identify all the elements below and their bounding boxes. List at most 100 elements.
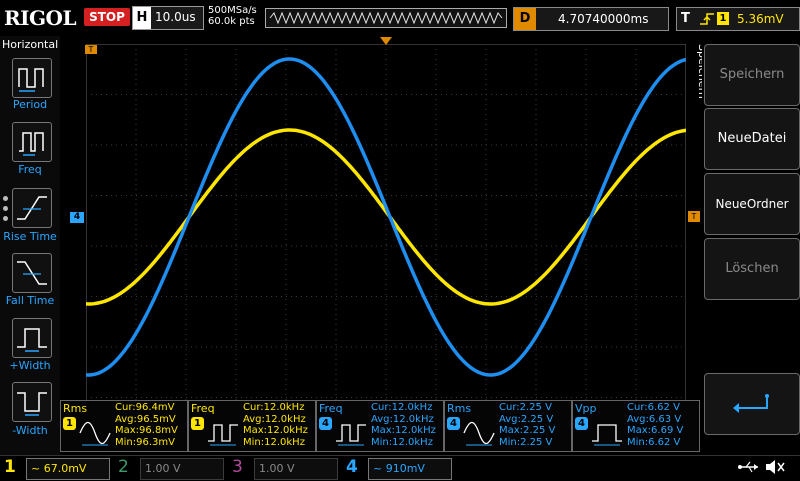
measurement-name: Rms xyxy=(63,402,88,415)
measurement-max: Max:2.25 V xyxy=(499,425,556,436)
trigger-label: T xyxy=(681,11,690,26)
memory-depth: 60.0k pts xyxy=(208,16,255,27)
rigol-logo: RIGOL xyxy=(4,6,77,30)
measurement-name: Rms xyxy=(447,402,472,415)
measurement-channel-badge: 4 xyxy=(575,417,588,430)
measurement-values: Cur:96.4mV Avg:96.5mV Max:96.8mV Min:96.3mV xyxy=(115,402,178,448)
menu-title-vertical: Speichern xyxy=(696,44,702,99)
measurement-avg: Avg:2.25 V xyxy=(499,413,554,425)
neg-width-button[interactable] xyxy=(12,382,52,422)
neue-datei-button[interactable]: NeueDatei xyxy=(704,108,800,170)
speaker-muted-icon[interactable] xyxy=(764,458,786,476)
trigger-position-marker[interactable]: T xyxy=(85,45,97,54)
measurement-avg: Avg:96.5mV xyxy=(115,413,176,425)
fall-time-label: Fall Time xyxy=(5,294,55,307)
measurement-item[interactable]: Rms 4 Cur:2.25 V Avg:2.25 V Max:2.25 V Min:2.… xyxy=(444,400,572,452)
freq-label: Freq xyxy=(18,163,42,176)
channel-number[interactable]: 4 xyxy=(346,456,358,478)
channel-number[interactable]: 2 xyxy=(118,456,129,478)
measurement-values: Cur:2.25 V Avg:2.25 V Max:2.25 V Min:2.25 V xyxy=(499,402,555,448)
measurement-max: Max:12.0kHz xyxy=(371,425,436,436)
memory-waveform-preview xyxy=(269,11,503,25)
measurement-item[interactable]: Vpp 4 Cur:6.62 V Avg:6.63 V Max:6.69 V Min:6.… xyxy=(572,400,700,452)
measurement-avg: Avg:6.63 V xyxy=(627,413,682,425)
neg-width-icon xyxy=(17,392,47,416)
rise-time-icon xyxy=(17,196,47,220)
channel-scale[interactable]: ~ 67.0mV xyxy=(26,458,110,480)
usb-icon xyxy=(738,461,758,473)
measurement-cur: Cur:12.0kHz xyxy=(243,402,305,413)
channel-number[interactable]: 3 xyxy=(232,456,243,478)
ch4-offset-marker[interactable]: 4 xyxy=(70,212,84,223)
measurement-min: Min:12.0kHz xyxy=(243,436,305,448)
pos-width-button[interactable] xyxy=(12,318,52,358)
pos-width-label: +Width xyxy=(9,359,51,372)
measurement-type-icon xyxy=(336,424,366,446)
measurement-channel-badge: 1 xyxy=(191,417,204,430)
measurement-item[interactable]: Freq 4 Cur:12.0kHz Avg:12.0kHz Max:12.0kHz Mi… xyxy=(316,400,444,452)
measurement-cur: Cur:12.0kHz xyxy=(371,402,433,413)
waveform-display[interactable] xyxy=(86,44,686,448)
measurement-name: Freq xyxy=(319,402,343,415)
measurement-max: Max:96.8mV xyxy=(115,425,178,436)
trigger-position-marker-label: T xyxy=(88,45,94,54)
period-label: Period xyxy=(12,98,48,111)
neg-width-label: -Width xyxy=(12,424,48,437)
measurement-cur: Cur:2.25 V xyxy=(499,402,552,413)
measurement-avg: Avg:12.0kHz xyxy=(371,413,434,425)
period-icon xyxy=(18,68,44,92)
sidebar-title: Horizontal xyxy=(2,38,59,51)
ch4-offset-marker-label: 4 xyxy=(73,212,81,222)
rise-time-button[interactable] xyxy=(12,188,52,228)
delay-label: D xyxy=(514,8,536,30)
measurement-min: Min:12.0kHz xyxy=(371,436,433,448)
measurement-values: Cur:12.0kHz Avg:12.0kHz Max:12.0kHz Min:12.… xyxy=(371,402,436,448)
freq-icon xyxy=(19,132,44,156)
freq-button[interactable] xyxy=(12,122,52,162)
trigger-time-marker-icon[interactable] xyxy=(380,37,392,45)
speichern-button[interactable]: Speichern xyxy=(704,44,800,106)
measurement-channel-badge: 4 xyxy=(319,417,332,430)
measurement-type-icon xyxy=(79,421,111,446)
channel-number[interactable]: 1 xyxy=(4,456,16,478)
trigger-info[interactable]: T 1 5.36mV xyxy=(676,7,800,31)
measurement-min: Min:2.25 V xyxy=(499,436,553,448)
loeschen-button[interactable]: Löschen xyxy=(704,238,800,300)
horizontal-label: H xyxy=(133,7,151,29)
back-button[interactable] xyxy=(704,373,800,435)
fall-time-button[interactable] xyxy=(12,253,52,293)
measurement-type-icon xyxy=(463,421,495,446)
delay-value: 4.70740000ms xyxy=(558,12,649,26)
measurement-type-icon xyxy=(208,424,238,446)
return-arrow-icon xyxy=(733,394,769,413)
channel-scale[interactable]: 1.00 V xyxy=(254,458,338,480)
measurement-item[interactable]: Freq 1 Cur:12.0kHz Avg:12.0kHz Max:12.0kHz Mi… xyxy=(188,400,316,452)
channel-scale[interactable]: 1.00 V xyxy=(140,458,224,480)
measurement-item[interactable]: Rms 1 Cur:96.4mV Avg:96.5mV Max:96.8mV Min:96… xyxy=(60,400,188,452)
measurement-type-icon xyxy=(592,424,622,446)
scroll-dot-icon xyxy=(3,206,8,211)
measurement-name: Vpp xyxy=(575,402,597,415)
trigger-level-marker[interactable]: T xyxy=(688,211,700,222)
sample-rate: 500MSa/s xyxy=(208,5,257,16)
measurement-cur: Cur:6.62 V xyxy=(627,402,680,413)
channel-scale[interactable]: ~ 910mV xyxy=(368,458,452,480)
measurement-min: Min:96.3mV xyxy=(115,436,175,448)
rise-time-label: Rise Time xyxy=(3,230,57,243)
memory-position-bar[interactable] xyxy=(265,8,507,28)
scroll-dot-icon xyxy=(3,216,8,221)
sample-rate-info: 500MSa/s 60.0k pts xyxy=(208,5,257,27)
neue-ordner-button[interactable]: NeueOrdner xyxy=(704,173,800,235)
trigger-source-badge: 1 xyxy=(717,12,729,25)
measurement-name: Freq xyxy=(191,402,215,415)
timebase-value: 10.0us xyxy=(155,10,196,24)
rising-edge-icon xyxy=(700,13,714,25)
measurement-avg: Avg:12.0kHz xyxy=(243,413,306,425)
delay-position[interactable]: D 4.70740000ms xyxy=(513,7,669,31)
svg-text:Speichern: Speichern xyxy=(696,44,702,99)
measurement-max: Max:12.0kHz xyxy=(243,425,308,436)
period-button[interactable] xyxy=(12,58,52,98)
fall-time-icon xyxy=(17,261,47,285)
run-stop-status[interactable]: STOP xyxy=(84,8,130,26)
horizontal-timebase[interactable]: H 10.0us xyxy=(132,6,204,30)
